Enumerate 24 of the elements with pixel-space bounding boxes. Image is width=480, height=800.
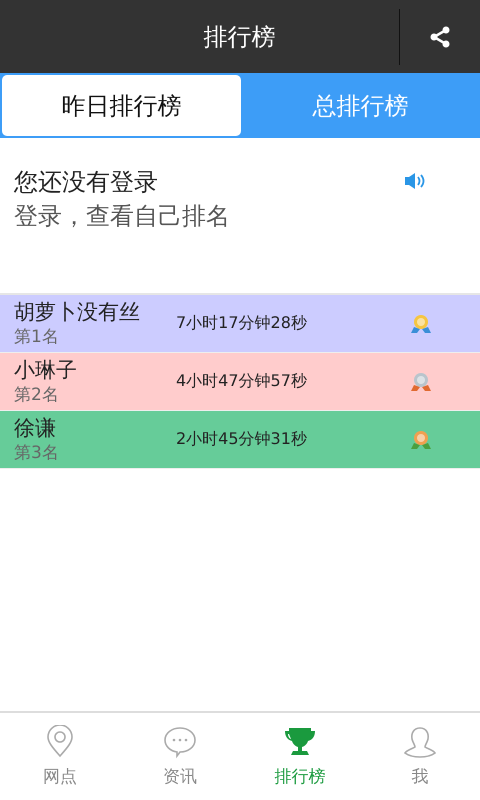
user-name: 徐谦	[14, 415, 57, 442]
rank-label: 第1名	[14, 326, 60, 348]
rank-label: 第2名	[14, 384, 60, 406]
nav-tab[interactable]: 网点	[0, 713, 120, 800]
login-prompt: 您还没有登录	[14, 167, 159, 198]
share-icon[interactable]	[429, 26, 451, 48]
online-time: 7小时17分钟28秒	[176, 313, 308, 334]
ranking-row[interactable]: 徐谦 第3名 2小时45分钟31秒	[0, 411, 480, 469]
rank-label: 第3名	[14, 442, 60, 464]
tab[interactable]: 昨日排行榜	[2, 75, 241, 136]
nav-tab[interactable]: 我	[360, 713, 480, 800]
user-name: 胡萝卜没有丝	[14, 299, 141, 326]
ranking-row[interactable]: 胡萝卜没有丝 第1名 7小时17分钟28秒	[0, 295, 480, 353]
speaker-icon[interactable]	[404, 172, 426, 190]
nav-tab[interactable]: 排行榜	[240, 713, 360, 800]
login-hint[interactable]: 登录，查看自己排名	[14, 200, 404, 232]
online-time: 2小时45分钟31秒	[176, 429, 308, 450]
user-name: 小琳子	[14, 357, 78, 384]
online-time: 4小时47分钟57秒	[176, 371, 308, 392]
ranking-row[interactable]: 小琳子 第2名 4小时47分钟57秒	[0, 353, 480, 411]
person-icon	[403, 725, 437, 759]
screen-title: 排行榜	[202, 22, 276, 52]
nav-tab[interactable]: 资讯	[120, 713, 240, 800]
chat-icon	[163, 725, 197, 759]
